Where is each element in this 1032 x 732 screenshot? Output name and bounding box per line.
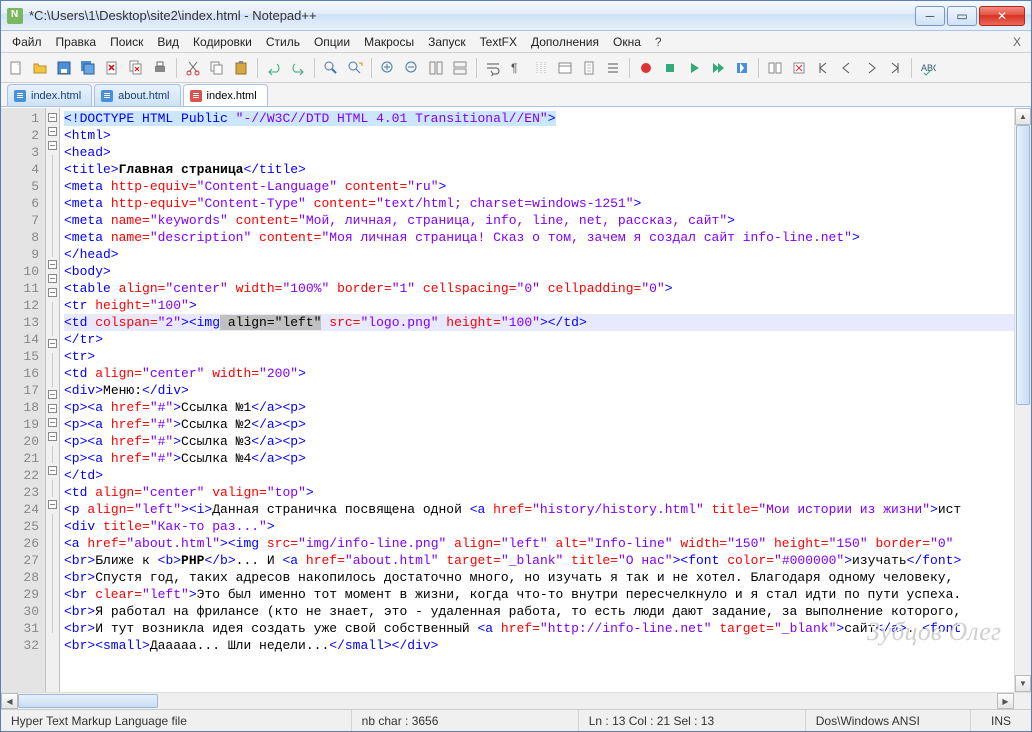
close-file-icon[interactable] [101,57,123,79]
status-nbchar: nb char : 3656 [352,710,579,731]
close-all-icon[interactable] [125,57,147,79]
svg-text:¶: ¶ [511,61,517,75]
open-file-icon[interactable] [29,57,51,79]
fold-gutter [46,108,60,692]
copy-icon[interactable] [206,57,228,79]
app-icon [7,8,23,24]
func-list-icon[interactable] [602,57,624,79]
zoom-out-icon[interactable] [401,57,423,79]
macro-play-multi-icon[interactable] [707,57,729,79]
svg-text:ABC: ABC [921,63,936,73]
scroll-thumb-h[interactable] [18,694,158,708]
replace-icon[interactable] [344,57,366,79]
new-file-icon[interactable] [5,57,27,79]
nav-prev-icon[interactable] [836,57,858,79]
vertical-scrollbar[interactable]: ▲ ▼ [1014,108,1031,692]
window-title: *C:\Users\1\Desktop\site2\index.html - N… [29,8,913,23]
menu-plugins[interactable]: Дополнения [524,33,606,51]
tab-label: index.html [31,90,81,102]
menu-run[interactable]: Запуск [421,33,473,51]
sync-vscroll-icon[interactable] [425,57,447,79]
save-all-icon[interactable] [77,57,99,79]
status-insert-mode: INS [971,710,1031,731]
file-icon [14,90,26,102]
clear-compare-icon[interactable] [788,57,810,79]
file-icon [101,90,113,102]
file-modified-icon [190,90,202,102]
line-number-gutter: 1234567891011121314151617181920212223242… [1,108,46,692]
scroll-thumb[interactable] [1016,125,1030,405]
print-icon[interactable] [149,57,171,79]
scroll-left-icon[interactable]: ◀ [1,693,18,709]
menu-view[interactable]: Вид [150,33,186,51]
show-all-chars-icon[interactable]: ¶ [506,57,528,79]
sync-hscroll-icon[interactable] [449,57,471,79]
menu-search[interactable]: Поиск [103,33,150,51]
menu-macros[interactable]: Макросы [357,33,421,51]
code-editor[interactable]: <!DOCTYPE HTML Public "-//W3C//DTD HTML … [60,108,1014,692]
nav-last-icon[interactable] [884,57,906,79]
tab-about[interactable]: about.html [94,84,180,106]
cut-icon[interactable] [182,57,204,79]
menu-textfx[interactable]: TextFX [473,33,524,51]
doc-map-icon[interactable] [578,57,600,79]
scroll-down-icon[interactable]: ▼ [1015,675,1031,692]
maximize-button[interactable]: ▭ [947,6,977,26]
tab-index1[interactable]: index.html [7,84,92,106]
tab-label: about.html [118,90,169,102]
zoom-in-icon[interactable] [377,57,399,79]
menu-edit[interactable]: Правка [49,33,104,51]
tab-label: index.html [207,90,257,102]
editor-area: 1234567891011121314151617181920212223242… [1,107,1031,692]
indent-guide-icon[interactable] [530,57,552,79]
menu-help[interactable]: ? [648,33,669,51]
user-lang-icon[interactable] [554,57,576,79]
close-button[interactable]: ✕ [979,6,1025,26]
macro-save-icon[interactable] [731,57,753,79]
menu-file[interactable]: Файл [5,33,49,51]
wordwrap-icon[interactable] [482,57,504,79]
scroll-up-icon[interactable]: ▲ [1015,108,1031,125]
status-encoding: Dos\Windows ANSI [806,710,971,731]
undo-icon[interactable] [263,57,285,79]
menubar: Файл Правка Поиск Вид Кодировки Стиль Оп… [1,31,1031,53]
app-window: *C:\Users\1\Desktop\site2\index.html - N… [0,0,1032,732]
redo-icon[interactable] [287,57,309,79]
titlebar: *C:\Users\1\Desktop\site2\index.html - N… [1,1,1031,31]
macro-record-icon[interactable] [635,57,657,79]
horizontal-scrollbar[interactable]: ◀ ▶ [1,692,1031,709]
status-position: Ln : 13 Col : 21 Sel : 13 [579,710,806,731]
menu-encoding[interactable]: Кодировки [186,33,259,51]
minimize-button[interactable]: ─ [915,6,945,26]
tab-bar: index.html about.html index.html [1,83,1031,107]
menu-x-button[interactable]: X [1007,33,1027,51]
status-bar: Hyper Text Markup Language file nb char … [1,709,1031,731]
nav-first-icon[interactable] [812,57,834,79]
menu-style[interactable]: Стиль [259,33,307,51]
toolbar: ¶ ABC [1,53,1031,83]
menu-windows[interactable]: Окна [606,33,648,51]
nav-next-icon[interactable] [860,57,882,79]
spell-check-icon[interactable]: ABC [917,57,939,79]
status-filetype: Hyper Text Markup Language file [1,710,352,731]
tab-index2-active[interactable]: index.html [183,84,268,106]
compare-icon[interactable] [764,57,786,79]
save-icon[interactable] [53,57,75,79]
menu-options[interactable]: Опции [307,33,357,51]
macro-play-icon[interactable] [683,57,705,79]
scroll-right-icon[interactable]: ▶ [997,693,1014,709]
macro-stop-icon[interactable] [659,57,681,79]
paste-icon[interactable] [230,57,252,79]
find-icon[interactable] [320,57,342,79]
